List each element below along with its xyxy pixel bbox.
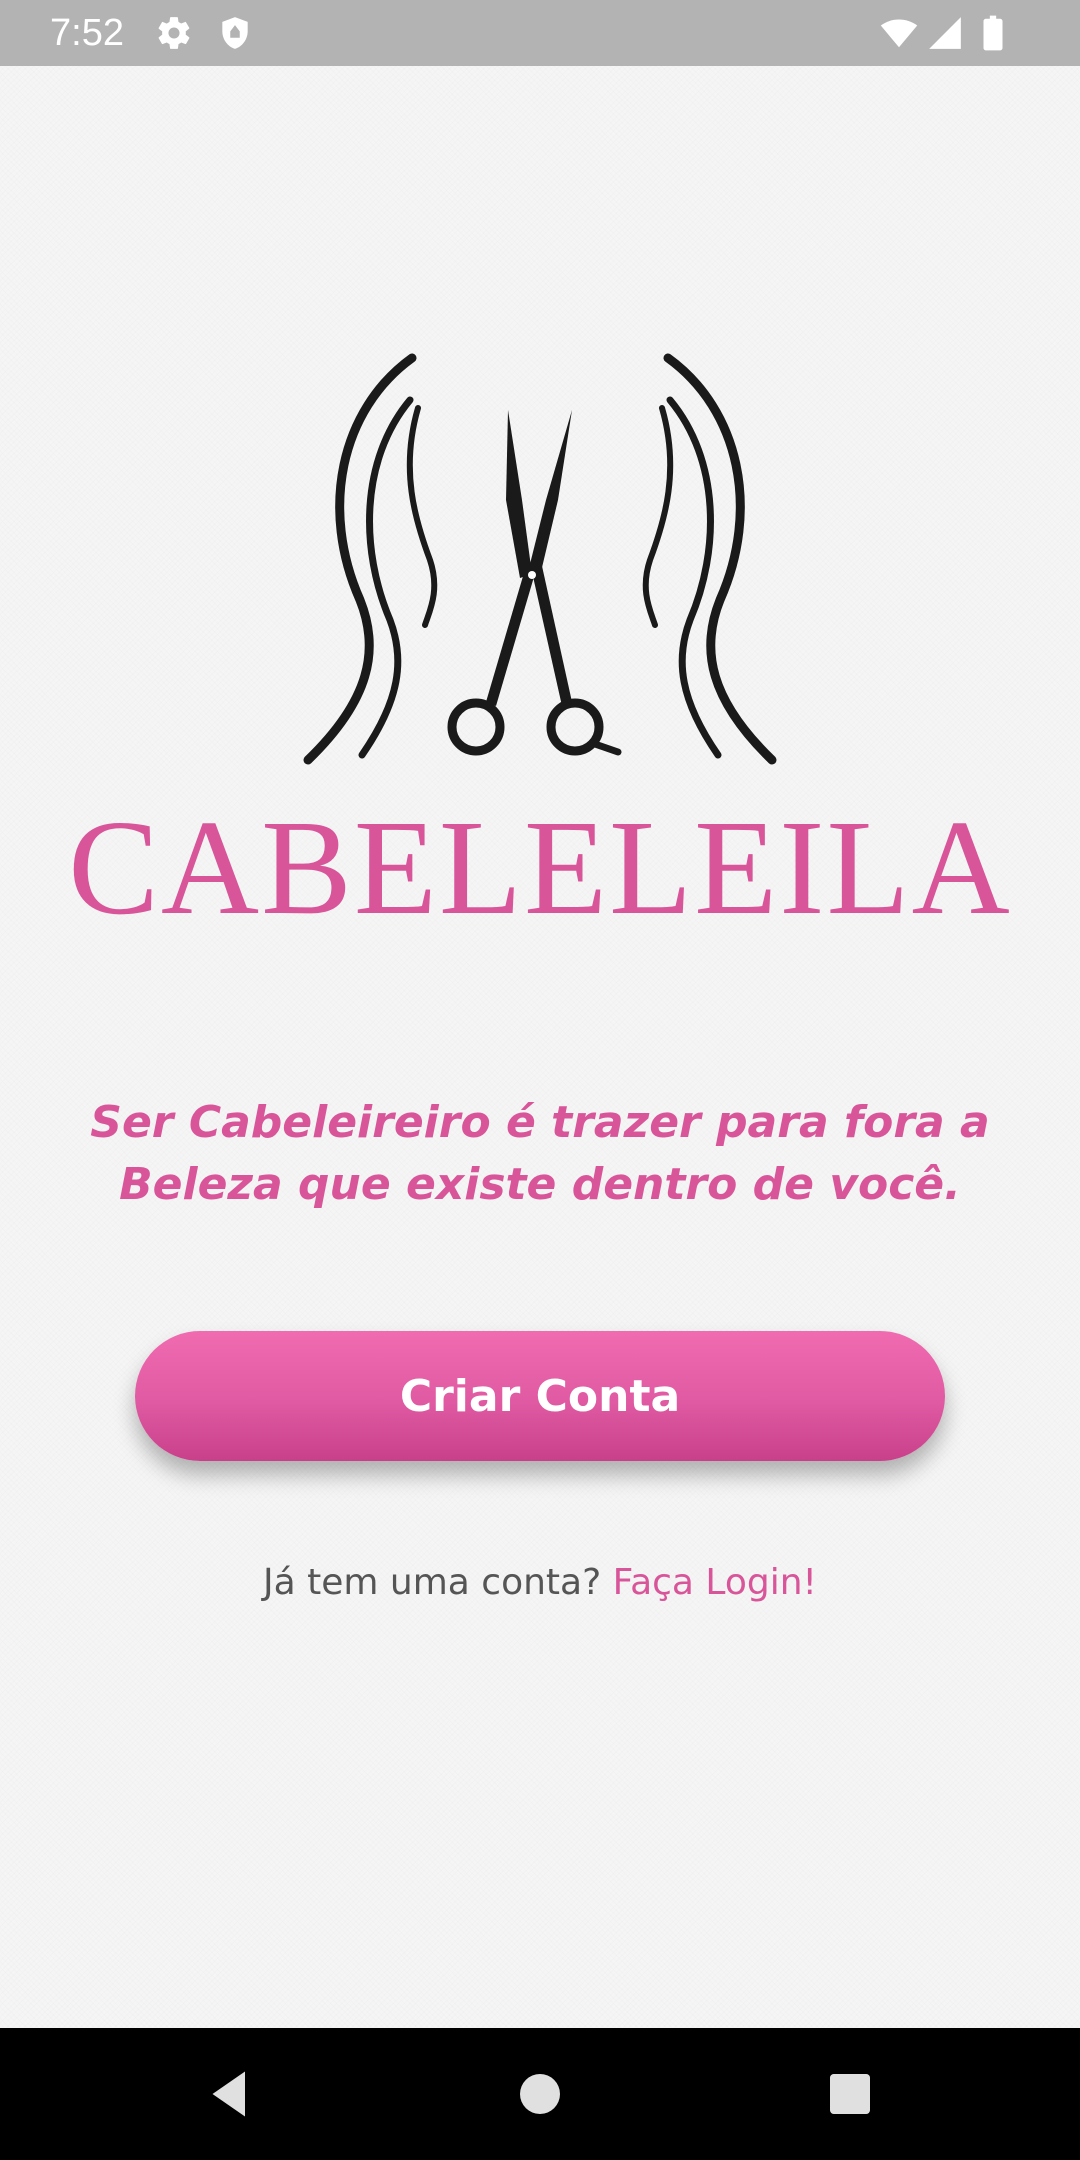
tagline-line-2: Beleza que existe dentro de você.	[119, 1159, 961, 1210]
signal-icon	[926, 14, 964, 52]
shield-icon	[216, 14, 254, 52]
tagline-line-1: Ser Cabeleireiro é trazer para fora a	[90, 1097, 990, 1148]
scissors-hair-icon	[300, 350, 780, 770]
gear-icon	[155, 14, 193, 52]
recents-icon[interactable]	[820, 2064, 880, 2124]
status-bar: 7:52	[0, 0, 1080, 66]
tagline: Ser Cabeleireiro é trazer para fora a Be…	[60, 1092, 1020, 1216]
create-account-button[interactable]: Criar Conta	[135, 1331, 945, 1461]
login-link[interactable]: Faça Login!	[613, 1562, 817, 1603]
battery-icon	[974, 14, 1012, 52]
home-icon[interactable]	[510, 2064, 570, 2124]
brand-name: CABELELEILA	[68, 793, 1012, 943]
navigation-bar	[0, 2028, 1080, 2160]
back-icon[interactable]	[200, 2064, 260, 2124]
wifi-icon	[880, 14, 918, 52]
create-account-label: Criar Conta	[399, 1370, 681, 1422]
login-question: Já tem uma conta?	[263, 1562, 602, 1603]
status-time: 7:52	[50, 12, 124, 54]
login-prompt: Já tem uma conta? Faça Login!	[0, 1558, 1080, 1608]
